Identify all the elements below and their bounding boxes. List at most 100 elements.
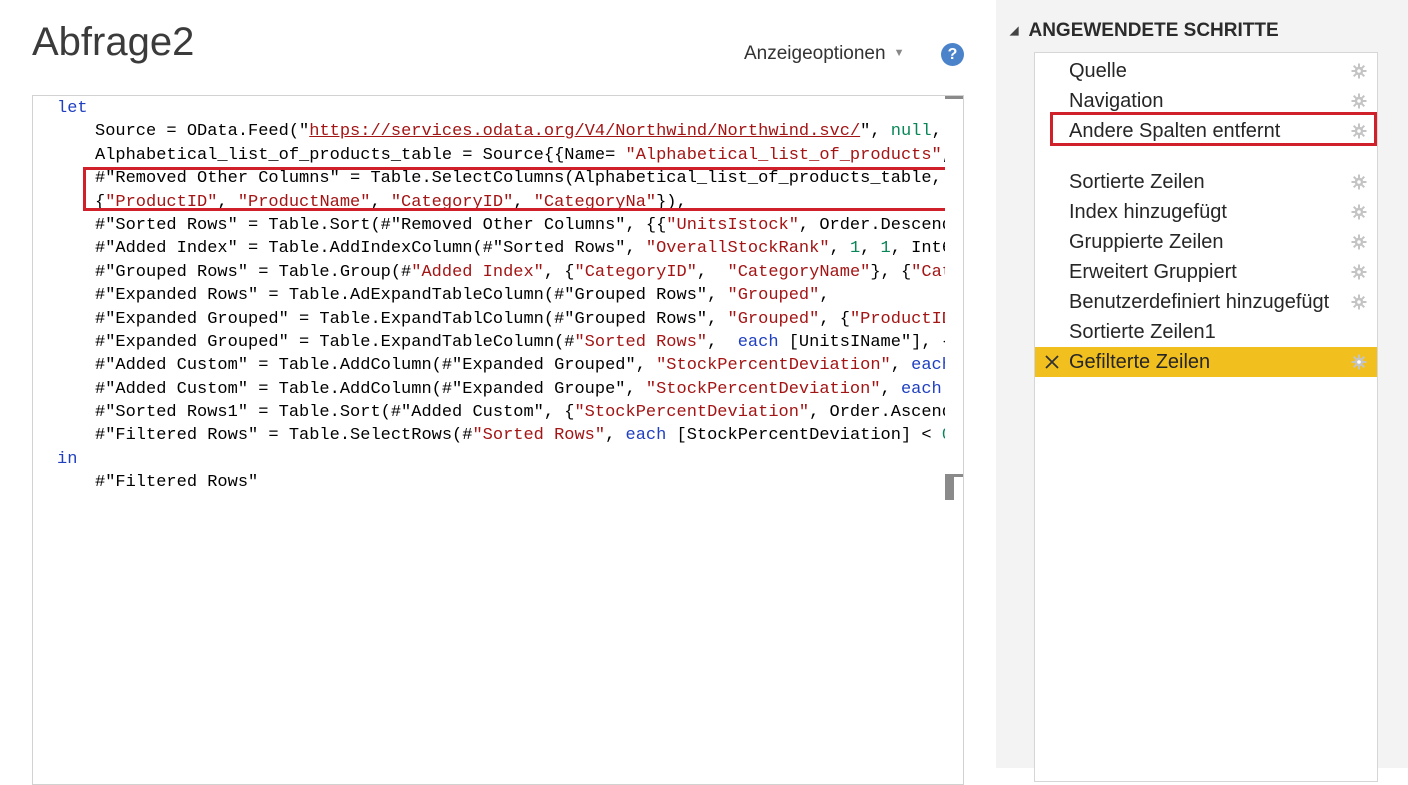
code-token: [StockPercentDeviation] < <box>666 426 942 446</box>
query-editor-pane: Abfrage2 Anzeigeoptionen ▼ ? let Source = … <box>0 0 996 785</box>
code-line: #"Sorted Rows1" = Table.Sort(#"Added Cus… <box>57 401 963 424</box>
code-line: #"Added Custom" = Table.AddColumn(#"Expa… <box>57 354 963 377</box>
step-settings-gear-icon[interactable] <box>1351 294 1367 310</box>
collapse-triangle-icon[interactable]: ◢ <box>1010 25 1018 37</box>
code-token: "Added Index" <box>411 262 544 282</box>
help-icon[interactable]: ? <box>941 43 964 66</box>
code-token: "UnitsIstock" <box>666 215 799 235</box>
code-token: , <box>696 262 728 282</box>
code-token: , Order.Ascending}) <box>809 403 963 423</box>
code-line: #"Filtered Rows" <box>57 471 963 494</box>
code-token: #"Added Custom" = Table.AddColumn(#"Expa… <box>95 379 646 399</box>
code-token: 1 <box>880 239 891 259</box>
step-settings-gear-icon[interactable] <box>1351 234 1367 250</box>
code-token: , <box>890 356 912 376</box>
applied-step[interactable]: Gruppierte Zeilen <box>1035 227 1377 257</box>
scrollbar-thumb[interactable] <box>945 476 954 500</box>
applied-step-label: Gefilterte Zeilen <box>1069 351 1211 373</box>
step-settings-gear-icon[interactable] <box>1351 354 1367 370</box>
code-token: #"Filtered Rows" <box>95 473 259 493</box>
code-token: #"Expanded Grouped" = Table.ExpandTableC… <box>95 332 575 352</box>
applied-step[interactable]: Quelle <box>1035 56 1377 86</box>
code-line: #"Added Index" = Table.AddIndexColumn(#"… <box>57 237 963 260</box>
code-token: , <box>217 192 238 212</box>
code-token: let <box>57 99 88 118</box>
step-settings-gear-icon[interactable] <box>1351 63 1367 79</box>
code-token: "OverallStockRank" <box>645 239 830 259</box>
code-line: #"Expanded Rows" = Table.AdExpandTableCo… <box>57 284 963 307</box>
code-line: #"Removed Other Columns" = Table.SelectC… <box>57 167 963 190</box>
applied-step-label: Navigation <box>1069 90 1164 112</box>
code-token: each <box>737 332 779 352</box>
code-token: , <box>829 239 850 259</box>
applied-step[interactable]: Index hinzugefügt <box>1035 197 1377 227</box>
code-token: Source = OData.Feed(" <box>95 122 310 142</box>
code-line: let <box>57 97 963 120</box>
display-options-dropdown[interactable]: Anzeigeoptionen ▼ <box>744 43 904 65</box>
code-token: , <box>605 426 626 446</box>
code-line: #"Grouped Rows" = Table.Group(#"Added In… <box>57 261 963 284</box>
code-line: #"Expanded Grouped" = Table.ExpandTableC… <box>57 331 963 354</box>
step-settings-gear-icon[interactable] <box>1351 93 1367 109</box>
code-token: #"Added Index" = Table.AddIndexColumn(#"… <box>95 239 646 259</box>
code-token: , { <box>543 262 575 282</box>
applied-step[interactable]: Sortierte Zeilen1 <box>1035 317 1377 347</box>
code-token: , <box>707 332 738 352</box>
code-token: "StockPercentDeviation" <box>656 356 891 376</box>
applied-step-label: Gruppierte Zeilen <box>1069 231 1224 253</box>
code-token: , <box>880 379 901 399</box>
applied-step[interactable]: Sortierte Zeilen <box>1035 167 1377 197</box>
step-settings-gear-icon[interactable] <box>1351 264 1367 280</box>
code-token: each <box>625 426 667 446</box>
advanced-editor-textarea[interactable]: let Source = OData.Feed("https://services… <box>32 95 964 785</box>
editor-scrollbar[interactable] <box>945 96 963 784</box>
code-line: #"Filtered Rows" = Table.SelectRows(#"So… <box>57 424 963 447</box>
applied-step[interactable]: Benutzerdefiniert hinzugefügt <box>1035 287 1377 317</box>
code-token: }), <box>656 192 687 212</box>
code-token: }, { <box>870 262 912 282</box>
applied-step-label: Erweitert Gruppiert <box>1069 261 1237 283</box>
step-settings-gear-icon[interactable] <box>1351 123 1367 139</box>
code-token: , Order.Descending}) <box>798 215 963 235</box>
code-token: "CategoryID" <box>574 262 697 282</box>
code-token: "Grouped" <box>727 286 820 306</box>
step-settings-gear-icon[interactable] <box>1351 204 1367 220</box>
code-token: [UnitsIName"], { <box>778 332 952 352</box>
code-line: #"Expanded Grouped" = Table.ExpandTablCo… <box>57 308 963 331</box>
code-token: #"Removed Other Columns" = Table.SelectC… <box>95 169 942 189</box>
applied-step[interactable]: Erweitert Gruppiert <box>1035 257 1377 287</box>
code-token: #"Added Custom" = Table.AddColumn(#"Expa… <box>95 356 657 376</box>
code-token: #"Expanded Rows" = Table.AdExpandTableCo… <box>95 286 728 306</box>
code-token: , <box>513 192 534 212</box>
code-token: "Grouped" <box>727 309 820 329</box>
code-line: #"Added Custom" = Table.AddColumn(#"Expa… <box>57 378 963 401</box>
delete-step-icon[interactable] <box>1043 353 1061 371</box>
applied-step[interactable]: Andere Spalten entfernt <box>1035 116 1377 146</box>
code-token: "ProductName" <box>237 192 371 212</box>
code-token: "StockPercentDeviation" <box>645 379 881 399</box>
applied-steps-header[interactable]: ◢ ANGEWENDETE SCHRITTE <box>1010 20 1279 42</box>
applied-step[interactable]: Navigation <box>1035 86 1377 116</box>
query-title: Abfrage2 <box>32 20 195 64</box>
code-token: https://services.odata.org/V4/Northwind/… <box>309 122 861 142</box>
applied-steps-pane: ◢ ANGEWENDETE SCHRITTE Quelle Navigation An… <box>996 0 1408 782</box>
code-token: 1 <box>849 239 861 259</box>
code-line: {"ProductID", "ProductName", "CategoryID… <box>57 191 963 214</box>
code-token: "CategoryNa" <box>533 192 657 212</box>
applied-step[interactable]: Gefilterte Zeilen <box>1035 347 1377 377</box>
applied-step-label: Benutzerdefiniert hinzugefügt <box>1069 291 1330 313</box>
code-token: "Sorted Rows" <box>472 426 606 446</box>
applied-steps-list: Quelle Navigation Andere Spalten entfernt S… <box>1034 52 1378 782</box>
code-token: "CategoryID" <box>390 192 514 212</box>
code-token: , { <box>819 309 850 329</box>
step-settings-gear-icon[interactable] <box>1351 174 1367 190</box>
code-token: each <box>900 379 942 399</box>
code-token: #"Sorted Rows" = Table.Sort(#"Removed Ot… <box>95 215 667 235</box>
chevron-down-icon: ▼ <box>893 47 905 59</box>
code-line: in <box>57 448 963 471</box>
code-token: , <box>370 192 391 212</box>
display-options-label: Anzeigeoptionen <box>744 43 886 64</box>
applied-step-label: Sortierte Zeilen <box>1069 171 1205 193</box>
applied-step-label: Andere Spalten entfernt <box>1069 120 1281 142</box>
applied-step-label: Quelle <box>1069 60 1127 82</box>
